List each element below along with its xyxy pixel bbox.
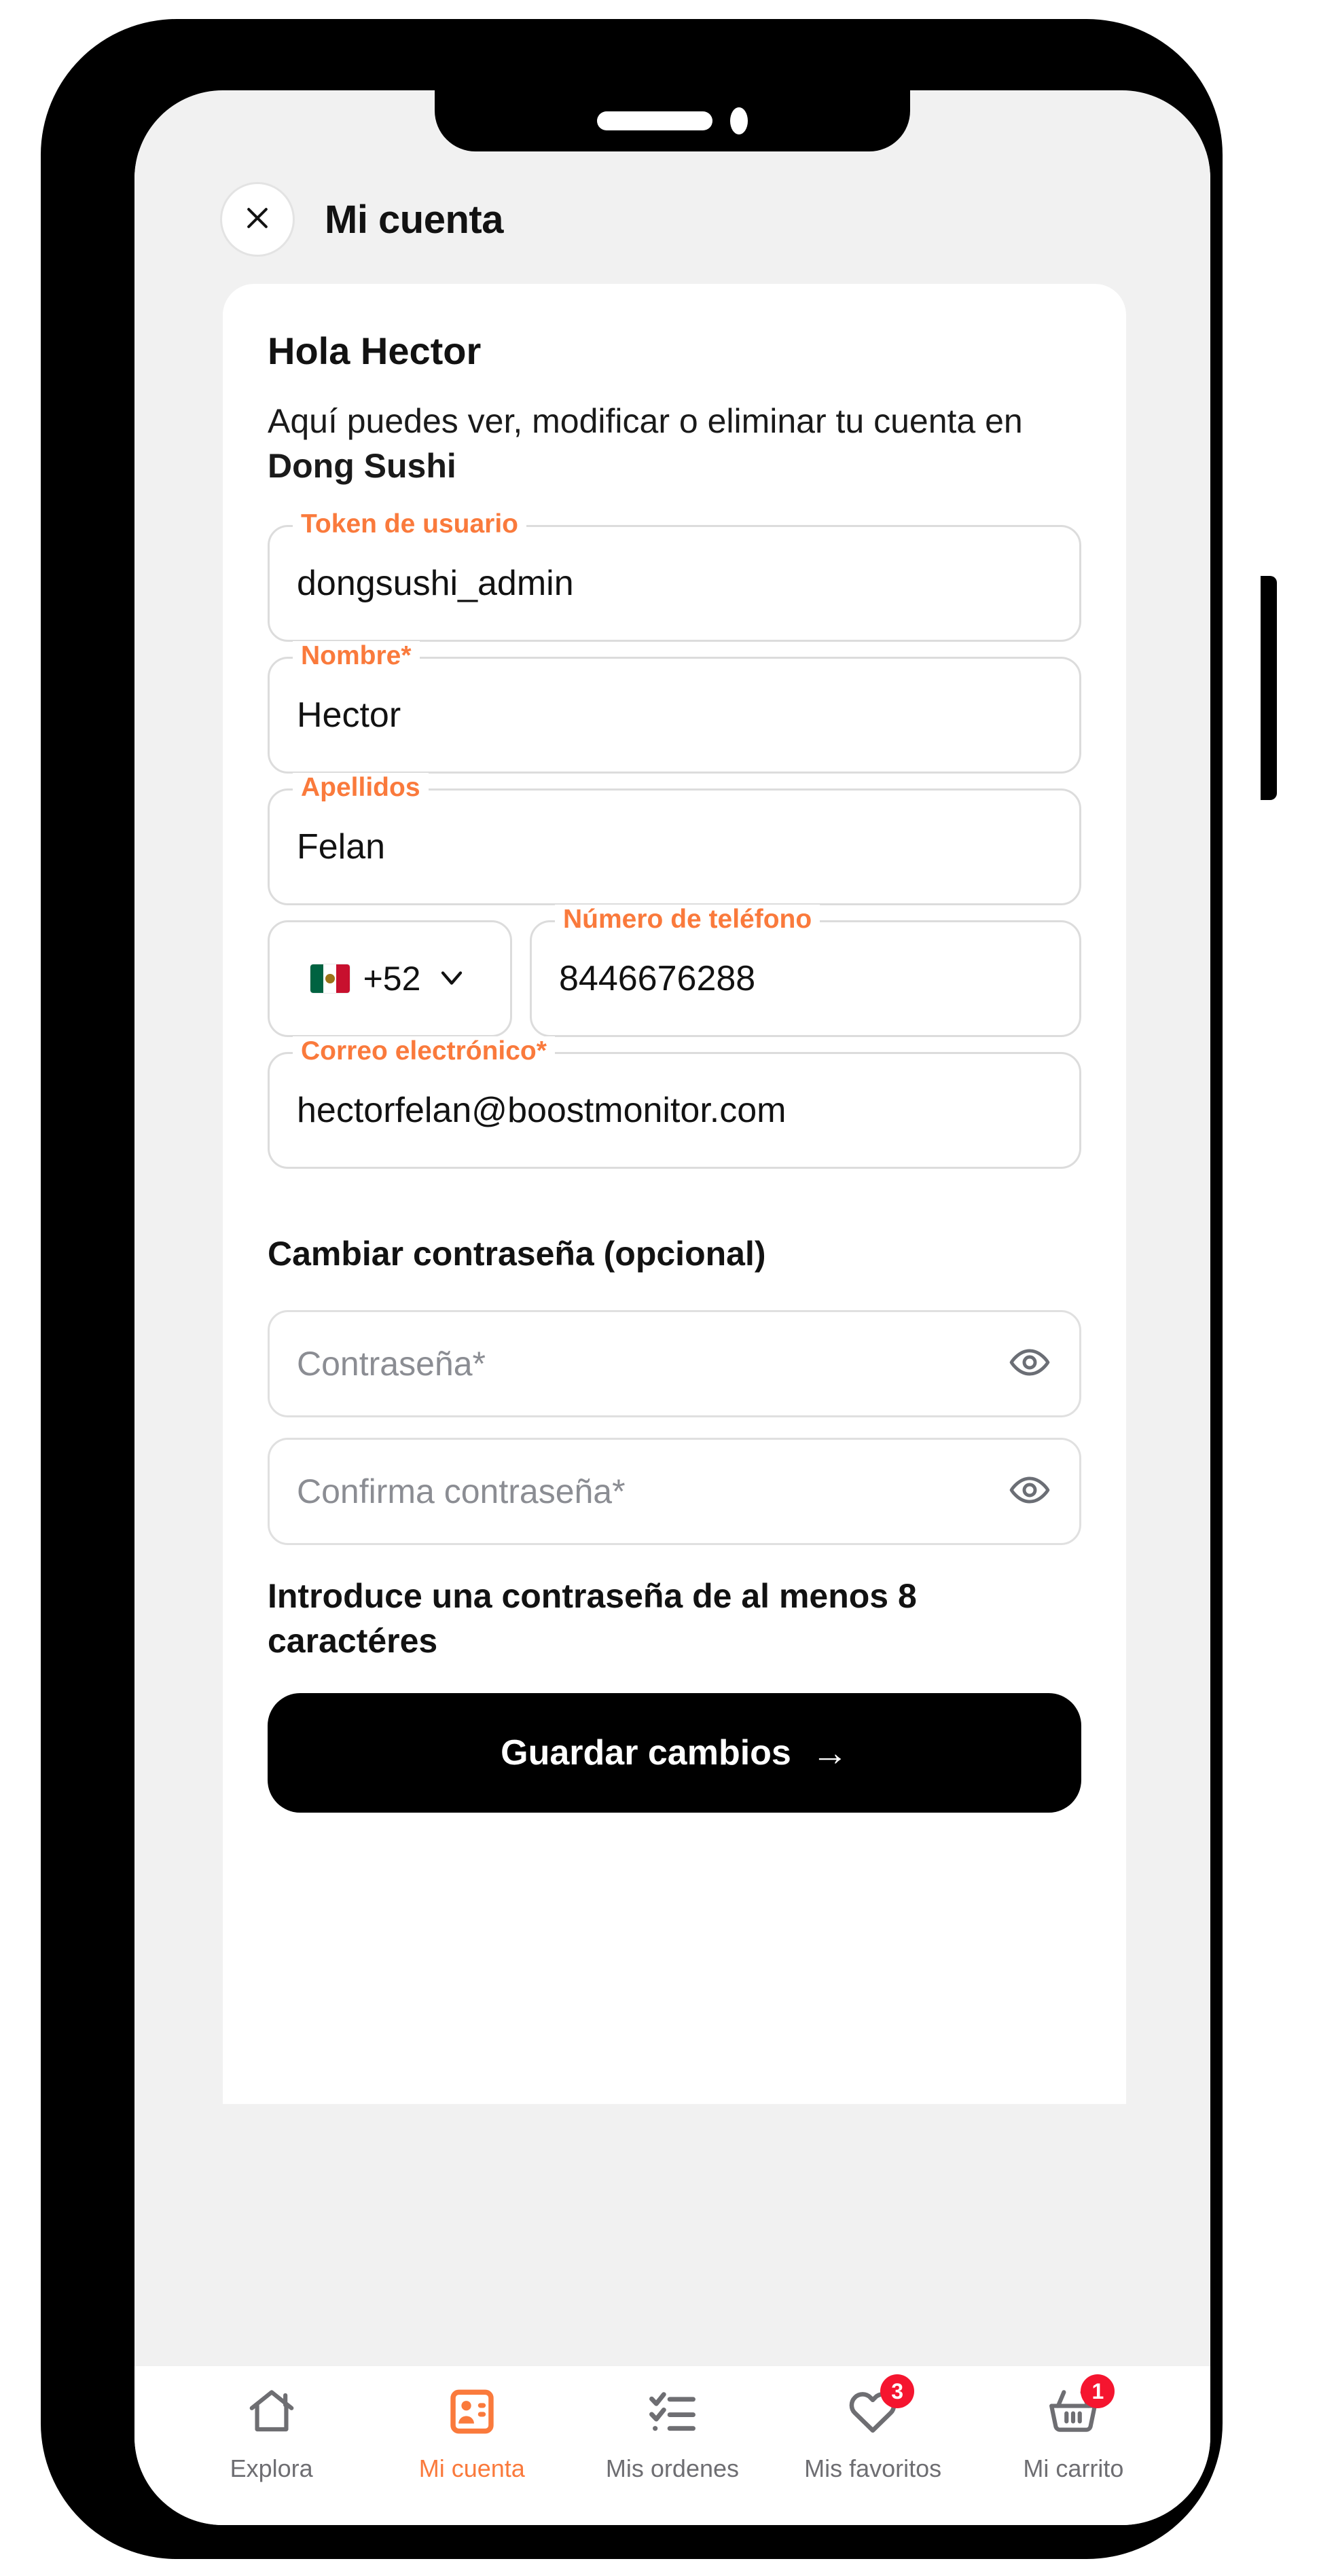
country-code-select[interactable]: +52 (268, 920, 512, 1037)
intro-text: Aquí puedes ver, modificar o eliminar tu… (268, 399, 1055, 488)
front-camera-icon (730, 107, 748, 134)
token-field-value: dongsushi_admin (297, 564, 574, 603)
bottom-navigation: Explora Mi cuenta Mis ordenes 3 Mis favo… (134, 2365, 1210, 2525)
password-field[interactable]: Contraseña* (268, 1310, 1081, 1417)
password-visibility-toggle[interactable] (1007, 1341, 1052, 1386)
phone-device-frame: Mi cuenta Hola Hector Aquí puedes ver, m… (41, 19, 1277, 2559)
email-field[interactable]: Correo electrónico* hectorfelan@boostmon… (268, 1036, 1081, 1169)
save-changes-label: Guardar cambios (501, 1733, 791, 1773)
last-name-field-value: Felan (297, 827, 386, 867)
greeting-heading: Hola Hector (268, 329, 482, 372)
silent-switch-button[interactable] (71, 345, 87, 427)
last-name-field[interactable]: Apellidos Felan (268, 773, 1081, 905)
eye-icon (1009, 1341, 1051, 1387)
eye-icon (1009, 1469, 1051, 1514)
phone-row: +52 Número de teléfono 8446676288 (268, 905, 1081, 1037)
phone-number-field-label: Número de teléfono (555, 905, 820, 935)
close-button[interactable] (220, 182, 295, 257)
last-name-field-label: Apellidos (293, 773, 429, 803)
nav-item-mi-carrito[interactable]: 1 Mi carrito (995, 2374, 1151, 2483)
nav-item-mis-ordenes[interactable]: Mis ordenes (594, 2384, 751, 2483)
home-icon-wrap (242, 2384, 301, 2442)
token-field[interactable]: Token de usuario dongsushi_admin (268, 509, 1081, 642)
intro-prefix: Aquí puedes ver, modificar o eliminar tu… (268, 402, 1023, 440)
home-icon (245, 2385, 298, 2442)
first-name-field-label: Nombre* (293, 641, 420, 671)
nav-label-mi-cuenta: Mi cuenta (418, 2454, 525, 2482)
volume-down-button[interactable] (71, 674, 87, 831)
password-field-placeholder: Contraseña* (297, 1345, 486, 1383)
brand-name: Dong Sushi (268, 447, 456, 485)
checklist-icon (646, 2385, 699, 2442)
email-field-value: hectorfelan@boostmonitor.com (297, 1091, 787, 1130)
confirm-password-visibility-toggle[interactable] (1007, 1469, 1052, 1514)
confirm-password-field-placeholder: Confirma contraseña* (297, 1472, 626, 1510)
phone-number-field-value: 8446676288 (559, 959, 756, 998)
nav-label-mis-ordenes: Mis ordenes (605, 2454, 740, 2482)
token-field-label: Token de usuario (293, 509, 526, 539)
nav-item-mis-favoritos[interactable]: 3 Mis favoritos (795, 2374, 951, 2483)
email-field-label: Correo electrónico* (293, 1036, 555, 1066)
id-card-icon-wrap (443, 2384, 501, 2442)
favorites-badge: 3 (880, 2374, 915, 2408)
power-button[interactable] (1261, 576, 1277, 800)
mexico-flag-icon (310, 964, 350, 993)
id-card-icon (446, 2385, 499, 2442)
nav-item-explora[interactable]: Explora (194, 2384, 350, 2483)
close-icon (242, 203, 272, 236)
volume-up-button[interactable] (71, 481, 87, 637)
checklist-icon-wrap (643, 2384, 702, 2442)
nav-item-mi-cuenta[interactable]: Mi cuenta (394, 2384, 550, 2483)
arrow-right-icon: → (811, 1733, 848, 1773)
phone-number-field[interactable]: Número de teléfono 8446676288 (530, 905, 1081, 1037)
chevron-down-icon (434, 960, 469, 998)
country-code-value: +52 (363, 960, 421, 998)
first-name-field[interactable]: Nombre* Hector (268, 641, 1081, 774)
page-title: Mi cuenta (325, 197, 504, 242)
nav-label-explora: Explora (230, 2454, 313, 2482)
phone-screen: Mi cuenta Hola Hector Aquí puedes ver, m… (134, 90, 1210, 2525)
password-section-heading: Cambiar contraseña (opcional) (268, 1235, 766, 1273)
cart-badge: 1 (1081, 2374, 1115, 2408)
basket-icon-wrap: 1 (1044, 2374, 1115, 2442)
nav-label-mi-carrito: Mi carrito (1023, 2454, 1124, 2482)
nav-label-mis-favoritos: Mis favoritos (804, 2454, 942, 2482)
account-card: Hola Hector Aquí puedes ver, modificar o… (223, 284, 1126, 2104)
first-name-field-value: Hector (297, 695, 401, 735)
password-hint-text: Introduce una contraseña de al menos 8 c… (268, 1577, 917, 1660)
app-header: Mi cuenta (134, 151, 1210, 287)
confirm-password-field[interactable]: Confirma contraseña* (268, 1438, 1081, 1545)
earpiece-speaker (597, 111, 712, 130)
heart-icon-wrap: 3 (844, 2374, 915, 2442)
device-notch (435, 90, 910, 151)
save-changes-button[interactable]: Guardar cambios → (268, 1693, 1081, 1813)
